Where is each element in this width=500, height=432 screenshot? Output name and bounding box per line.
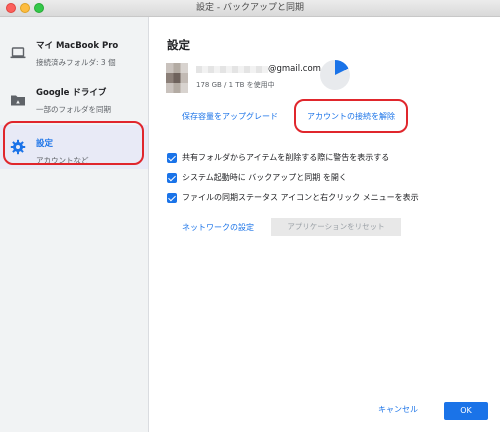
network-settings-link[interactable]: ネットワークの設定 [182, 222, 254, 233]
drive-folder-icon [11, 95, 25, 106]
gear-icon [10, 139, 26, 155]
cancel-button[interactable]: キャンセル [378, 404, 418, 415]
checkbox-label: 共有フォルダからアイテムを削除する際に警告を表示する [182, 153, 390, 162]
sidebar-item-subtitle: 一部のフォルダを同期 [36, 105, 111, 114]
sidebar-item-subtitle: 接続済みフォルダ: 3 個 [36, 58, 116, 67]
page-title: 設定 [167, 38, 190, 52]
avatar [166, 63, 188, 93]
window-title: 設定 - バックアップと同期 [196, 3, 304, 13]
laptop-icon [10, 47, 26, 59]
disconnect-account-link[interactable]: アカウントの接続を解除 [307, 111, 395, 122]
checkbox-label: システム起動時に バックアップと同期 を開く [182, 173, 347, 182]
sidebar-item-settings[interactable]: 設定 アカウントなど [0, 125, 148, 169]
ok-button[interactable]: OK [444, 402, 488, 420]
upgrade-storage-link[interactable]: 保存容量をアップグレード [182, 111, 278, 122]
checkbox[interactable] [167, 153, 177, 163]
sidebar-item-title: マイ MacBook Pro [36, 41, 119, 51]
sidebar-item-subtitle: アカウントなど [36, 156, 89, 165]
storage-pie-icon [320, 60, 350, 90]
checkbox-label: ファイルの同期ステータス アイコンと右クリック メニューを表示 [182, 193, 419, 202]
sidebar: マイ MacBook Pro 接続済みフォルダ: 3 個 Google ドライブ… [0, 17, 149, 432]
storage-usage: 178 GB / 1 TB を使用中 [196, 81, 275, 89]
sidebar-item-google-drive[interactable]: Google ドライブ 一部のフォルダを同期 [0, 80, 148, 124]
sidebar-item-macbook[interactable]: マイ MacBook Pro 接続済みフォルダ: 3 個 [0, 33, 148, 77]
checkbox[interactable] [167, 173, 177, 183]
account-email: @gmail.com [268, 64, 321, 74]
email-redacted [196, 66, 268, 73]
sidebar-item-title: 設定 [36, 139, 54, 149]
sidebar-item-title: Google ドライブ [36, 88, 107, 98]
title-bar: 設定 - バックアップと同期 [0, 0, 500, 17]
reset-app-button[interactable]: アプリケーションをリセット [271, 218, 401, 236]
checkbox[interactable] [167, 193, 177, 203]
